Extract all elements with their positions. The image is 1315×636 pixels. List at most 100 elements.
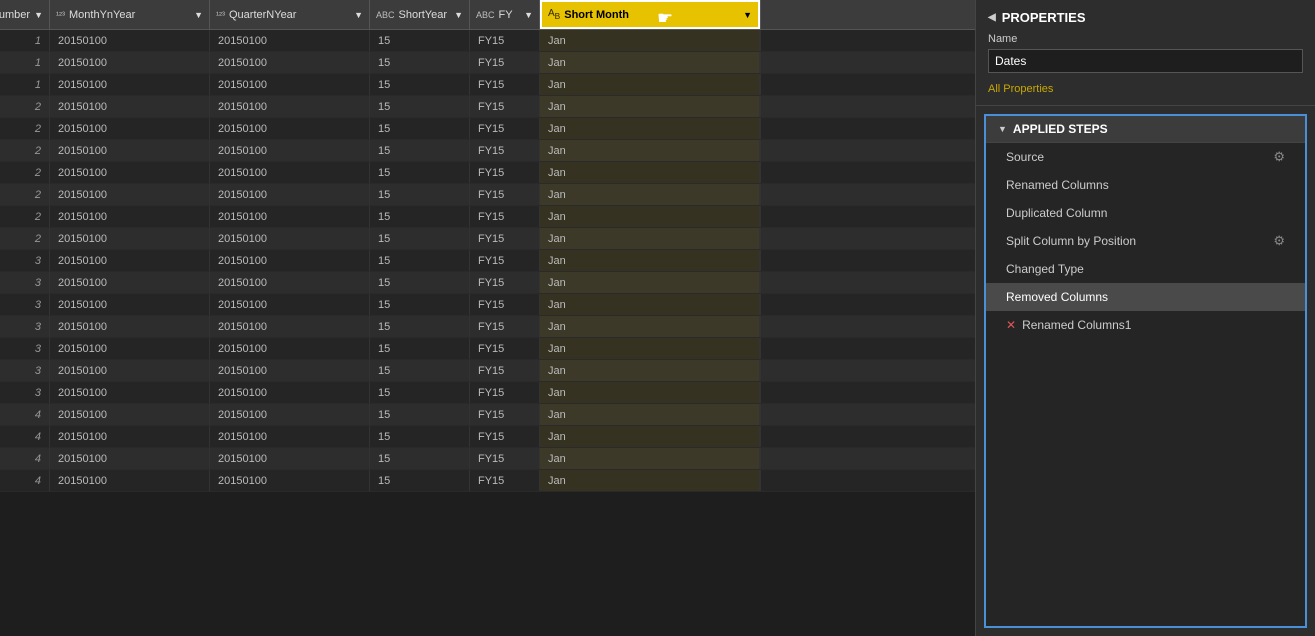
cell-shortyear: 15 (370, 184, 470, 205)
table-row: 3201501002015010015FY15Jan (0, 294, 975, 316)
cell-weeknumber: 2 (0, 206, 50, 227)
cell-monthnyear: 20150100 (50, 426, 210, 447)
col-header-fy[interactable]: ABC FY ▼ (470, 0, 540, 29)
table-row: 2201501002015010015FY15Jan (0, 206, 975, 228)
col-dropdown-fy[interactable]: ▼ (524, 10, 533, 20)
cell-fy: FY15 (470, 206, 540, 227)
table-row: 1201501002015010015FY15Jan (0, 30, 975, 52)
table-row: 2201501002015010015FY15Jan (0, 140, 975, 162)
cell-shortyear: 15 (370, 316, 470, 337)
steps-list: Source⚙Renamed Columns Duplicated Column S… (986, 143, 1305, 339)
scroll-gutter (760, 0, 772, 29)
cell-shortmonth: Jan (540, 228, 760, 249)
name-input[interactable] (988, 49, 1303, 73)
applied-steps-header: APPLIED STEPS (986, 116, 1305, 143)
col-dropdown-weeknumber[interactable]: ▼ (34, 10, 43, 20)
row-gutter (760, 382, 772, 403)
cell-shortyear: 15 (370, 294, 470, 315)
cell-shortyear: 15 (370, 162, 470, 183)
gear-icon[interactable]: ⚙ (1273, 233, 1285, 249)
cell-fy: FY15 (470, 470, 540, 491)
cell-monthnyear: 20150100 (50, 74, 210, 95)
col-header-quarternyear[interactable]: ¹²³ QuarterNYear ▼ (210, 0, 370, 29)
table-row: 2201501002015010015FY15Jan (0, 118, 975, 140)
cell-fy: FY15 (470, 448, 540, 469)
cell-monthnyear: 20150100 (50, 338, 210, 359)
cell-quarternyear: 20150100 (210, 184, 370, 205)
step-item-renamed_columns[interactable]: Renamed Columns (986, 171, 1305, 199)
cell-shortmonth: Jan (540, 118, 760, 139)
cell-shortyear: 15 (370, 338, 470, 359)
table-row: 1201501002015010015FY15Jan (0, 74, 975, 96)
cell-fy: FY15 (470, 228, 540, 249)
cell-weeknumber: 3 (0, 294, 50, 315)
table-header: ¹²³ ek Number ▼ ¹²³ MonthYnYear ▼ ¹²³ Qu… (0, 0, 975, 30)
name-label: Name (988, 33, 1303, 45)
table-row: 1201501002015010015FY15Jan (0, 52, 975, 74)
cell-shortyear: 15 (370, 96, 470, 117)
cell-fy: FY15 (470, 30, 540, 51)
col-dropdown-shortyear[interactable]: ▼ (454, 10, 463, 20)
row-gutter (760, 338, 772, 359)
gear-icon[interactable]: ⚙ (1273, 149, 1285, 165)
cell-quarternyear: 20150100 (210, 338, 370, 359)
cell-weeknumber: 2 (0, 96, 50, 117)
cell-monthnyear: 20150100 (50, 118, 210, 139)
step-item-split_column_by_position[interactable]: Split Column by Position⚙ (986, 227, 1305, 255)
cell-fy: FY15 (470, 382, 540, 403)
cell-monthnyear: 20150100 (50, 52, 210, 73)
cell-weeknumber: 2 (0, 118, 50, 139)
col-header-shortmonth[interactable]: AB Short Month ▼ ☛ (540, 0, 760, 29)
cell-monthnyear: 20150100 (50, 250, 210, 271)
cell-quarternyear: 20150100 (210, 74, 370, 95)
row-gutter (760, 206, 772, 227)
cell-fy: FY15 (470, 74, 540, 95)
row-gutter (760, 294, 772, 315)
type-icon-shortyear: ABC (376, 10, 395, 20)
table-row: 3201501002015010015FY15Jan (0, 360, 975, 382)
cell-shortyear: 15 (370, 426, 470, 447)
all-properties-link[interactable]: All Properties (988, 83, 1053, 95)
step-item-changed_type[interactable]: Changed Type (986, 255, 1305, 283)
cell-shortmonth: Jan (540, 316, 760, 337)
cell-shortmonth: Jan (540, 30, 760, 51)
cell-shortmonth: Jan (540, 74, 760, 95)
row-gutter (760, 448, 772, 469)
properties-section: PROPERTIES Name All Properties (976, 0, 1315, 106)
step-label-duplicated_column: Duplicated Column (1006, 206, 1107, 220)
cell-fy: FY15 (470, 360, 540, 381)
cell-monthnyear: 20150100 (50, 294, 210, 315)
col-label-monthnyear: MonthYnYear (69, 9, 135, 21)
cell-weeknumber: 4 (0, 448, 50, 469)
cell-quarternyear: 20150100 (210, 162, 370, 183)
cell-shortyear: 15 (370, 250, 470, 271)
cell-fy: FY15 (470, 272, 540, 293)
cell-shortyear: 15 (370, 360, 470, 381)
step-item-source[interactable]: Source⚙ (986, 143, 1305, 171)
step-item-renamed_columns1[interactable]: ✕Renamed Columns1 (986, 311, 1305, 339)
step-item-duplicated_column[interactable]: Duplicated Column (986, 199, 1305, 227)
cell-quarternyear: 20150100 (210, 30, 370, 51)
col-header-shortyear[interactable]: ABC ShortYear ▼ (370, 0, 470, 29)
cell-weeknumber: 4 (0, 470, 50, 491)
cell-quarternyear: 20150100 (210, 470, 370, 491)
step-label-renamed_columns1: Renamed Columns1 (1022, 318, 1131, 332)
col-label-fy: FY (499, 9, 513, 21)
cell-fy: FY15 (470, 294, 540, 315)
cell-weeknumber: 1 (0, 30, 50, 51)
cell-shortmonth: Jan (540, 250, 760, 271)
row-gutter (760, 404, 772, 425)
step-label-removed_columns: Removed Columns (1006, 290, 1108, 304)
col-dropdown-monthnyear[interactable]: ▼ (194, 10, 203, 20)
step-item-removed_columns[interactable]: Removed Columns (986, 283, 1305, 311)
type-icon-shortmonth: AB (548, 8, 560, 21)
cell-shortmonth: Jan (540, 360, 760, 381)
col-header-weeknumber[interactable]: ¹²³ ek Number ▼ (0, 0, 50, 29)
col-header-monthnyear[interactable]: ¹²³ MonthYnYear ▼ (50, 0, 210, 29)
cell-shortyear: 15 (370, 228, 470, 249)
table-body: 1201501002015010015FY15Jan12015010020150… (0, 30, 975, 636)
cell-shortmonth: Jan (540, 96, 760, 117)
col-dropdown-shortmonth[interactable]: ▼ (743, 10, 752, 20)
cell-shortyear: 15 (370, 118, 470, 139)
col-dropdown-quarternyear[interactable]: ▼ (354, 10, 363, 20)
